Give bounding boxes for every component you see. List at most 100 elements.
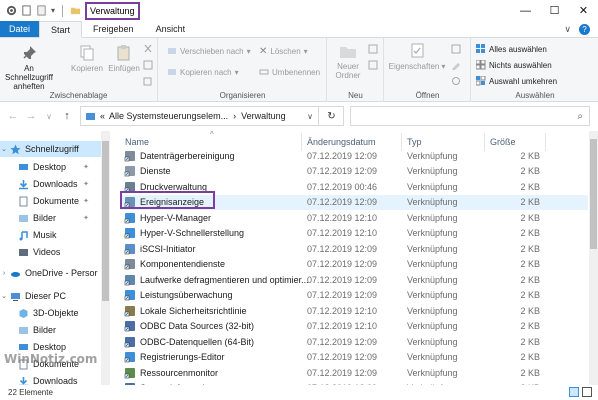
organize-group: Verschieben nach ▾ Kopieren nach ▾ ✕ Lösch… [159, 38, 327, 102]
file-row[interactable]: Datenträgerbereinigung 07.12.2019 12:09 Ve… [120, 148, 588, 163]
file-list-scrollbar[interactable] [589, 131, 598, 385]
scrollbar-thumb[interactable] [102, 141, 109, 301]
file-row[interactable]: Leistungsüberwachung 07.12.2019 12:09 Verk… [120, 288, 588, 303]
close-button[interactable]: ✕ [569, 0, 598, 21]
nav-item-quick-access[interactable]: ⌄ Schnellzugriff [0, 141, 101, 157]
file-date: 07.12.2019 12:09 [307, 290, 378, 300]
open-icon[interactable] [451, 44, 461, 54]
expand-chevron-icon[interactable]: › [0, 270, 8, 277]
file-row[interactable]: Lokale Sicherheitsrichtlinie 07.12.2019 1… [120, 303, 588, 318]
file-row[interactable]: Registrierungs-Editor 07.12.2019 12:09 Ver… [120, 350, 588, 365]
new-folder-button[interactable]: Neuer Ordner [330, 42, 366, 80]
copy-to-button[interactable]: Kopieren nach ▾ [167, 67, 239, 77]
organize-group-label: Organisieren [219, 91, 266, 100]
file-row[interactable]: Laufwerke defragmentieren und optimier..… [120, 272, 588, 287]
large-icons-view-icon[interactable] [582, 387, 592, 397]
nav-item-downloads[interactable]: Downloads ✦ [0, 176, 101, 192]
nav-item-3d-objects[interactable]: 3D-Objekte [0, 305, 101, 321]
document-icon[interactable] [21, 5, 32, 16]
minimize-button[interactable]: — [511, 0, 540, 21]
history-icon[interactable] [451, 76, 461, 86]
cut-icon[interactable] [143, 44, 153, 54]
file-date: 07.12.2019 12:09 [307, 150, 378, 161]
help-icon[interactable]: ? [579, 23, 590, 35]
maximize-button[interactable]: ☐ [540, 0, 569, 21]
address-bar[interactable]: « Alle Systemsteuerungselem... › Verwalt… [80, 106, 344, 126]
search-input[interactable]: ⌕ [350, 106, 590, 126]
expand-chevron-icon[interactable]: ⌄ [0, 292, 8, 300]
new-folder-icon[interactable] [36, 5, 47, 16]
nav-item-pc-pictures[interactable]: Bilder [0, 322, 101, 338]
ribbon: An Schnellzugriff anheften Kopieren Einf… [0, 38, 598, 102]
recent-locations-icon[interactable]: ∨ [42, 112, 56, 121]
delete-button[interactable]: ✕ Löschen ▾ [259, 46, 308, 57]
nav-item-onedrive[interactable]: › OneDrive - Persor [0, 265, 101, 281]
copy-button[interactable]: Kopieren [68, 44, 106, 73]
edit-icon[interactable] [451, 60, 461, 70]
breadcrumb-overflow[interactable]: « [100, 111, 105, 121]
pin-icon: ✦ [83, 198, 89, 205]
copy-path-icon[interactable] [143, 60, 153, 70]
nav-item-pc-downloads[interactable]: Downloads [0, 373, 101, 385]
nav-item-label: Bilder [33, 325, 57, 335]
nav-item-this-pc[interactable]: ⌄ Dieser PC [0, 288, 101, 304]
highlight-box [120, 191, 215, 209]
details-view-icon[interactable] [569, 387, 579, 397]
file-size: 2 KB [520, 321, 540, 331]
nav-item-music[interactable]: Musik [0, 227, 101, 243]
copy-label: Kopieren [70, 64, 104, 73]
refresh-button[interactable]: ↻ [318, 106, 344, 126]
address-dropdown-icon[interactable]: ∨ [307, 112, 313, 121]
download-icon [19, 376, 28, 385]
clipboard-group-label: Zwischenablage [49, 91, 108, 100]
easy-access-icon[interactable] [368, 60, 380, 70]
rename-button[interactable]: Umbenennen [259, 67, 320, 77]
nav-item-desktop[interactable]: Desktop ✦ [0, 159, 101, 175]
file-row[interactable]: ODBC Data Sources (32-bit) 07.12.2019 12:… [120, 319, 588, 334]
back-arrow-icon[interactable]: ← [6, 110, 20, 122]
nav-item-documents[interactable]: Dokumente ✦ [0, 193, 101, 209]
nav-item-pictures[interactable]: Bilder ✦ [0, 210, 101, 226]
scrollbar-thumb[interactable] [590, 139, 597, 249]
file-row[interactable]: Hyper-V-Manager 07.12.2019 12:10 Verknüpfu… [120, 210, 588, 225]
nav-item-videos[interactable]: Videos [0, 244, 101, 260]
file-row[interactable]: ODBC-Datenquellen (64-Bit) 07.12.2019 12:… [120, 334, 588, 349]
shortcut-icon [124, 259, 135, 270]
qat-dropdown-icon[interactable]: ▾ [51, 6, 55, 15]
ribbon-collapse-icon[interactable]: ∨ [564, 24, 571, 35]
paste-button[interactable]: Einfügen [106, 44, 142, 73]
file-row[interactable]: Hyper-V-Schnellerstellung 07.12.2019 12:1… [120, 226, 588, 241]
paste-shortcut-icon[interactable] [143, 76, 153, 86]
file-date: 07.12.2019 12:09 [307, 274, 378, 285]
select-all-button[interactable]: Alles auswählen [476, 44, 547, 54]
up-arrow-icon[interactable]: ↑ [60, 110, 74, 122]
properties-button[interactable]: Eigenschaften ▾ [387, 42, 447, 71]
pin-quick-access-button[interactable]: An Schnellzugriff anheften [4, 44, 54, 91]
file-name: Druckverwaltung [140, 181, 208, 192]
nav-scrollbar[interactable] [101, 131, 110, 385]
folder-icon [70, 7, 81, 15]
file-row[interactable]: Dienste 07.12.2019 12:09 Verknüpfung 2 KB [120, 164, 588, 179]
expand-chevron-icon[interactable]: ⌄ [0, 145, 8, 153]
breadcrumb-verwaltung[interactable]: Verwaltung [241, 111, 286, 121]
file-size: 2 KB [520, 166, 540, 176]
file-type: Verknüpfung [407, 228, 458, 238]
file-row[interactable]: Komponentendienste 07.12.2019 12:09 Verknü… [120, 257, 588, 272]
file-row[interactable]: iSCSI-Initiator 07.12.2019 12:09 Verknüpfu… [120, 241, 588, 256]
copy-to-icon [168, 69, 176, 75]
properties-icon[interactable] [6, 5, 17, 16]
breadcrumb-control-panel[interactable]: Alle Systemsteuerungselem... [109, 111, 228, 121]
file-row[interactable]: Ressourcenmonitor 07.12.2019 12:09 Verknüp… [120, 365, 588, 380]
move-icon [168, 48, 176, 54]
select-none-button[interactable]: Nichts auswählen [476, 60, 552, 70]
forward-arrow-icon[interactable]: → [24, 110, 38, 122]
file-type: Verknüpfung [407, 321, 458, 331]
invert-selection-button[interactable]: Auswahl umkehren [476, 76, 557, 86]
tab-view[interactable]: Ansicht [145, 21, 197, 37]
tab-file[interactable]: Datei [0, 21, 40, 37]
move-to-button[interactable]: Verschieben nach ▾ [167, 46, 251, 56]
select-all-icon [476, 44, 485, 53]
tab-share[interactable]: Freigeben [82, 21, 145, 37]
tab-start[interactable]: Start [39, 21, 83, 38]
new-item-icon[interactable] [368, 44, 380, 54]
